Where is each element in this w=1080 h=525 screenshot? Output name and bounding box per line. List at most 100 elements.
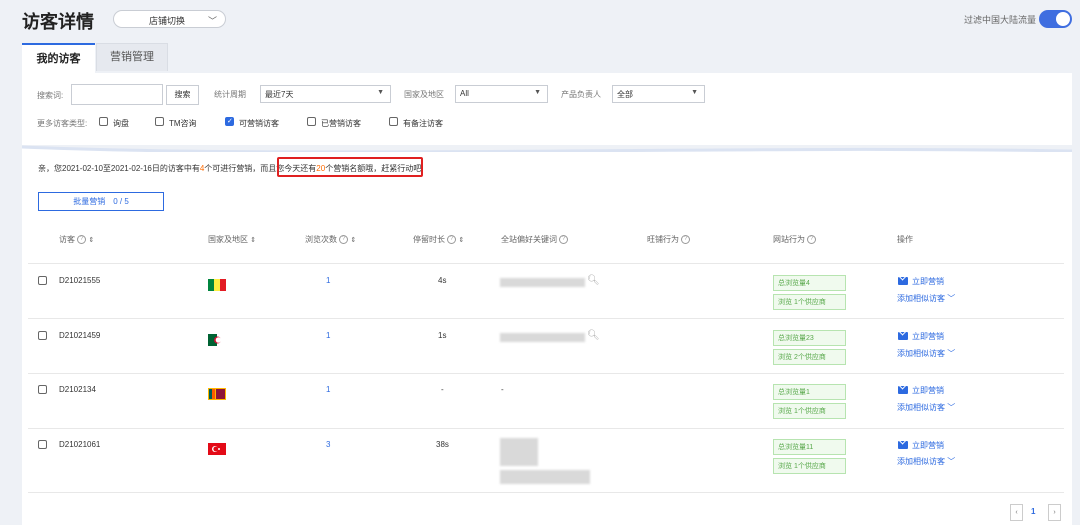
site-suppliers-badge: 浏览 2个供应商	[773, 349, 846, 365]
owner-select[interactable]: 全部 ▼	[612, 85, 705, 103]
type-label-marketable: 可营销访客	[239, 119, 279, 128]
help-icon: ?	[447, 235, 457, 245]
keyword-value: -	[501, 385, 504, 394]
row-divider	[28, 428, 1064, 429]
flag-sri-lanka-icon	[208, 388, 226, 400]
column-header-views[interactable]: 浏览次数 ? ⇕	[305, 234, 356, 245]
toggle-knob	[1056, 12, 1070, 26]
add-similar-visitor-link[interactable]: 添加相似访客 ﹀	[897, 348, 955, 359]
search-label: 搜索词:	[37, 91, 64, 100]
site-total-views-badge: 总浏览量4	[773, 275, 846, 291]
site-suppliers-badge: 浏览 1个供应商	[773, 458, 846, 474]
site-suppliers-badge: 浏览 1个供应商	[773, 294, 846, 310]
market-now-link[interactable]: 立即营销	[912, 331, 944, 342]
caret-down-icon: ▼	[691, 89, 698, 96]
visitor-id[interactable]: D21021459	[59, 331, 100, 340]
add-similar-visitor-link[interactable]: 添加相似访客 ﹀	[897, 293, 955, 304]
visitor-id[interactable]: D21021061	[59, 440, 100, 449]
period-select[interactable]: 最近7天 ▼	[260, 85, 391, 103]
site-total-views-badge: 总浏览量1	[773, 384, 846, 400]
magnifier-icon[interactable]: 🔍︎	[587, 275, 600, 286]
market-now-link[interactable]: 立即营销	[912, 440, 944, 451]
mail-icon	[898, 277, 908, 285]
row-divider	[28, 492, 1064, 493]
help-icon: ?	[807, 235, 817, 245]
pager-current-page[interactable]: 1	[1031, 507, 1035, 516]
visitor-type-label: 更多访客类型:	[37, 119, 88, 128]
column-header-duration[interactable]: 停留时长 ? ⇕	[413, 234, 464, 245]
add-similar-visitor-link[interactable]: 添加相似访客 ﹀	[897, 402, 955, 413]
type-label-tm: TM咨询	[169, 119, 197, 128]
magnifier-icon[interactable]: 🔍︎	[587, 330, 600, 341]
chevron-down-icon: ﹀	[947, 349, 956, 358]
pager-next-button[interactable]: ›	[1048, 504, 1061, 521]
row-divider	[28, 318, 1064, 319]
stay-duration: -	[441, 385, 444, 394]
stay-duration: 1s	[438, 331, 447, 340]
chevron-down-icon: ﹀	[947, 403, 956, 412]
row-divider	[28, 263, 1064, 264]
row-checkbox[interactable]	[38, 331, 47, 340]
column-header-site-behavior: 网站行为 ?	[773, 234, 817, 245]
period-label: 统计周期	[214, 90, 246, 99]
site-total-views-badge: 总浏览量11	[773, 439, 846, 455]
quota-highlight-box	[277, 157, 423, 177]
period-value: 最近7天	[265, 90, 294, 99]
type-label-marketed: 已营销访客	[321, 119, 361, 128]
chevron-down-icon: ﹀	[947, 457, 956, 466]
view-count[interactable]: 1	[326, 385, 330, 394]
help-icon: ?	[339, 235, 349, 245]
search-input[interactable]	[71, 84, 163, 105]
shop-switch-label: 店铺切换	[149, 16, 186, 26]
filter-panel	[22, 73, 1072, 145]
stay-duration: 38s	[436, 440, 449, 449]
page-title: 访客详情	[22, 12, 94, 32]
chevron-down-icon: ﹀	[207, 16, 217, 26]
type-checkbox-tm[interactable]	[155, 117, 164, 126]
visitor-id[interactable]: D21021555	[59, 276, 100, 285]
keyword-redacted	[500, 438, 538, 466]
view-count[interactable]: 1	[326, 276, 330, 285]
visitor-id[interactable]: D2102134	[59, 385, 96, 394]
site-suppliers-badge: 浏览 1个供应商	[773, 403, 846, 419]
batch-marketing-button[interactable]: 批量营销 0 / 5	[38, 192, 164, 211]
type-label-inquiry: 询盘	[113, 119, 129, 128]
row-checkbox[interactable]	[38, 276, 47, 285]
row-divider	[28, 373, 1064, 374]
add-similar-visitor-link[interactable]: 添加相似访客 ﹀	[897, 456, 955, 467]
tab-marketing-management[interactable]: 营销管理	[96, 43, 168, 71]
sort-icon: ⇕	[88, 237, 95, 244]
shop-switch-dropdown[interactable]: 店铺切换 ﹀	[113, 10, 226, 28]
search-button[interactable]: 搜索	[166, 85, 199, 105]
stay-duration: 4s	[438, 276, 447, 285]
type-checkbox-marketable[interactable]	[225, 117, 234, 126]
pager-prev-button[interactable]: ‹	[1010, 504, 1023, 521]
column-header-shop-behavior: 旺铺行为 ?	[647, 234, 691, 245]
row-checkbox[interactable]	[38, 440, 47, 449]
view-count[interactable]: 1	[326, 331, 330, 340]
view-count[interactable]: 3	[326, 440, 330, 449]
help-icon: ?	[77, 235, 87, 245]
owner-label: 产品负责人	[561, 90, 601, 99]
region-value: All	[460, 89, 469, 98]
type-checkbox-noted[interactable]	[389, 117, 398, 126]
chevron-down-icon: ﹀	[947, 294, 956, 303]
site-total-views-badge: 总浏览量23	[773, 330, 846, 346]
type-checkbox-marketed[interactable]	[307, 117, 316, 126]
tab-my-visitors[interactable]: 我的访客	[22, 43, 95, 73]
region-label: 国家及地区	[404, 90, 444, 99]
row-checkbox[interactable]	[38, 385, 47, 394]
flag-senegal-icon	[208, 279, 226, 291]
region-select[interactable]: All ▼	[455, 85, 548, 103]
type-checkbox-inquiry[interactable]	[99, 117, 108, 126]
column-header-visitor[interactable]: 访客 ? ⇕	[59, 234, 94, 245]
type-label-noted: 有备注访客	[403, 119, 443, 128]
sort-icon: ⇕	[250, 237, 257, 244]
column-header-region[interactable]: 国家及地区 ⇕	[208, 234, 256, 245]
keyword-redacted	[500, 278, 585, 287]
market-now-link[interactable]: 立即营销	[912, 276, 944, 287]
market-now-link[interactable]: 立即营销	[912, 385, 944, 396]
filter-cn-toggle[interactable]	[1039, 10, 1072, 28]
column-header-keywords: 全站偏好关键词 ?	[501, 234, 569, 245]
help-icon: ?	[681, 235, 691, 245]
